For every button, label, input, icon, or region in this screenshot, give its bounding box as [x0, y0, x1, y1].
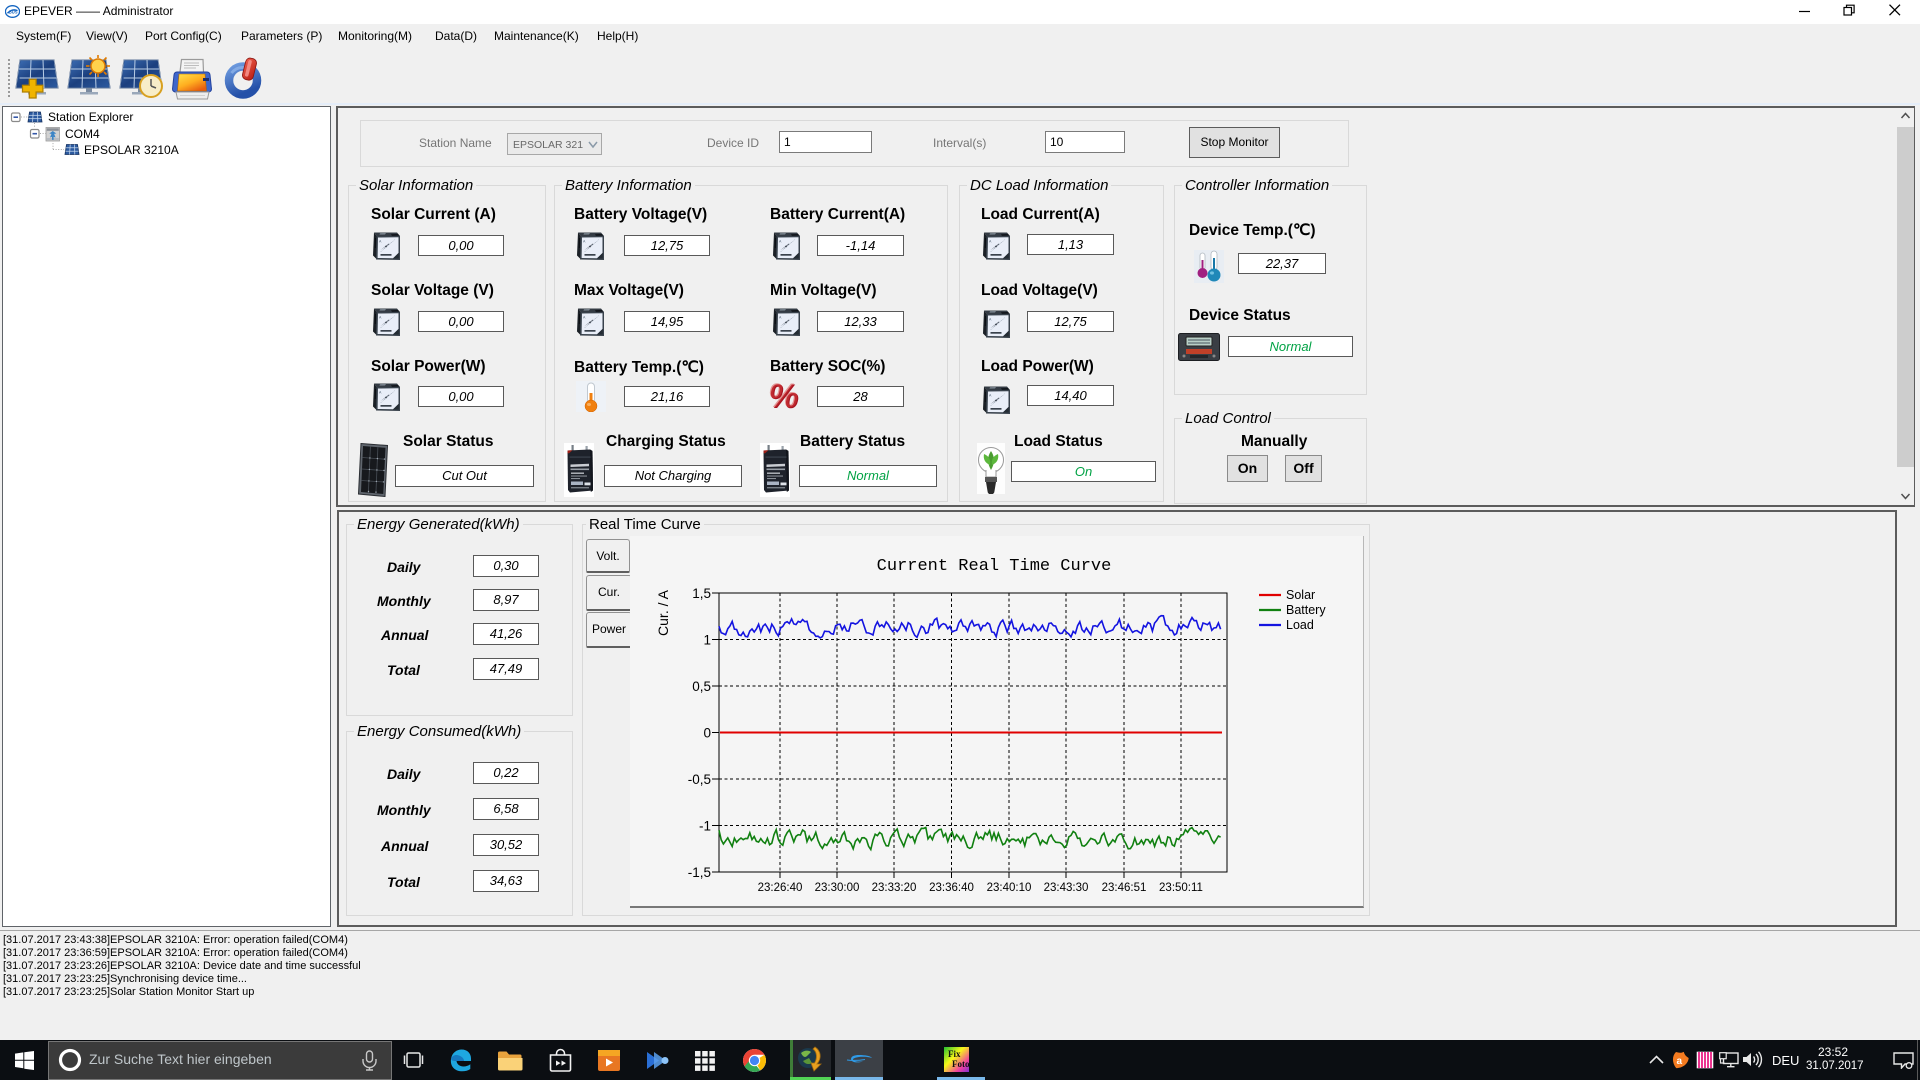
svg-text:23:50:11: 23:50:11: [1159, 882, 1203, 894]
svg-text:23:30:00: 23:30:00: [815, 882, 860, 894]
svg-text:Fix: Fix: [948, 1049, 961, 1059]
svg-text:1,5: 1,5: [692, 586, 711, 601]
svg-text:23:46:51: 23:46:51: [1102, 882, 1147, 894]
svg-text:0: 0: [703, 726, 711, 741]
svg-text:-0,5: -0,5: [688, 772, 711, 787]
svg-text:%: %: [768, 379, 798, 414]
svg-text:Cur. / A: Cur. / A: [655, 589, 671, 636]
svg-text:0,5: 0,5: [692, 679, 711, 694]
svg-text:-1: -1: [699, 819, 711, 834]
svg-text:Foto: Foto: [952, 1059, 969, 1069]
svg-text:Current Real Time Curve: Current Real Time Curve: [877, 557, 1112, 576]
svg-text:BUS: BUS: [9, 10, 18, 15]
svg-text:23:40:10: 23:40:10: [987, 882, 1032, 894]
svg-text:a: a: [1677, 1056, 1683, 1067]
svg-text:Solar: Solar: [1286, 588, 1315, 602]
svg-text:Load: Load: [1286, 618, 1314, 632]
svg-text:23:26:40: 23:26:40: [758, 882, 803, 894]
svg-text:1: 1: [703, 633, 711, 648]
svg-text:Battery: Battery: [1286, 603, 1326, 617]
svg-text:23:33:20: 23:33:20: [872, 882, 917, 894]
svg-text:23:43:30: 23:43:30: [1044, 882, 1089, 894]
svg-text:23:36:40: 23:36:40: [929, 882, 974, 894]
svg-text:-1,5: -1,5: [688, 865, 711, 880]
